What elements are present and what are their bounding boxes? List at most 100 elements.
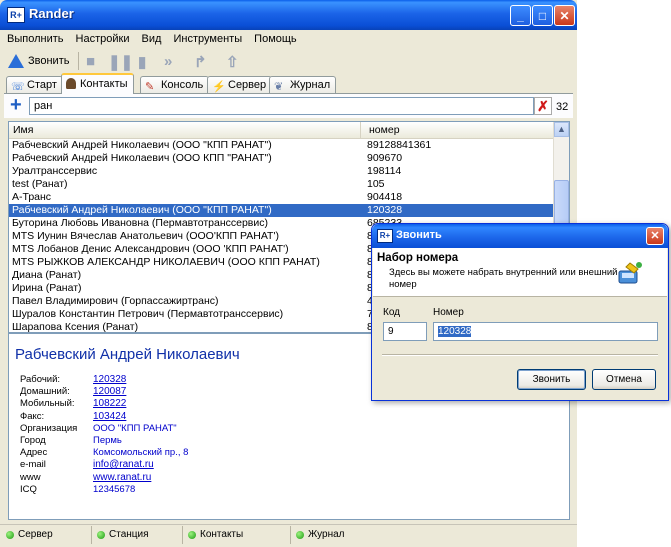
detail-value: 12345678 [93, 483, 136, 495]
status-bar: Сервер Станция Контакты Журнал [0, 524, 577, 547]
menu-tools[interactable]: Инструменты [171, 30, 249, 45]
contact-name-cell: MTS Иунин Вячеслав Анатольевич (ООО'КПП … [12, 230, 279, 242]
add-contact-icon[interactable]: + [10, 95, 22, 115]
status-ok-icon [97, 530, 105, 539]
table-row[interactable]: Рабчевский Андрей Николаевич (ООО КПП "Р… [9, 152, 553, 165]
tab-start-label: Старт [27, 79, 57, 91]
status-server: Сервер [6, 529, 53, 540]
detail-value: Пермь [93, 434, 122, 446]
number-field[interactable]: 120328 [433, 322, 658, 341]
contact-name-cell: А-Транс [12, 191, 52, 203]
tab-server[interactable]: ⚡ Сервер [207, 76, 273, 93]
status-server-label: Сервер [18, 529, 53, 540]
transfer-icon[interactable]: ↱ [194, 53, 207, 71]
contact-number-cell: 198114 [367, 165, 402, 177]
dialog-title: Звонить [396, 229, 442, 241]
detail-label: e-mail [20, 459, 46, 471]
tab-start[interactable]: ☏ Старт [6, 76, 63, 93]
detail-link[interactable]: 120328 [93, 374, 126, 386]
contact-number-cell: 909670 [367, 152, 403, 164]
scroll-up-icon[interactable]: ▲ [554, 122, 569, 137]
server-icon: ⚡ [212, 81, 226, 93]
contact-name-cell: MTS РЫЖКОВ АЛЕКСАНДР НИКОЛАЕВИЧ (ООО КПП… [12, 256, 320, 268]
detail-value: ООО "КПП РАНАТ" [93, 422, 177, 434]
column-header-number[interactable]: номер [369, 124, 400, 136]
contact-name-cell: test (Ранат) [12, 178, 68, 190]
close-button[interactable]: ✕ [554, 5, 575, 26]
window-title: Rander [29, 6, 74, 21]
detail-link[interactable]: 103424 [93, 411, 126, 423]
console-icon: ✎ [145, 81, 155, 93]
dialog-title-bar[interactable]: R+ Звонить ✕ [372, 224, 668, 248]
contact-name-cell: Ирина (Ранат) [12, 282, 82, 294]
pause-icon[interactable]: ❚❚ [108, 53, 133, 71]
minimize-button[interactable]: _ [510, 5, 531, 26]
menu-view[interactable]: Вид [139, 30, 168, 45]
tab-contacts-label: Контакты [80, 78, 128, 90]
tab-console[interactable]: ✎ Консоль [140, 76, 210, 93]
detail-link[interactable]: 120087 [93, 386, 126, 398]
menu-bar: Выполнить Настройки Вид Инструменты Помо… [4, 30, 573, 49]
phone-icon: ☏ [11, 81, 25, 93]
phone-dial-icon [618, 262, 642, 284]
dialog-subtitle: Здесь вы можете набрать внутренний или в… [389, 267, 618, 290]
status-station-label: Станция [109, 529, 149, 540]
cancel-button[interactable]: Отмена [592, 369, 656, 390]
contact-name-cell: Шарапова Ксения (Ранат) [12, 321, 139, 333]
tab-journal[interactable]: ❦ Журнал [269, 76, 337, 93]
tab-bar: ☏ Старт Контакты ✎ Консоль ⚡ Сервер ❦ Журнал [4, 73, 573, 95]
code-field-value: 9 [388, 326, 394, 337]
call-button[interactable]: Звонить [8, 51, 69, 71]
detail-link[interactable]: info@ranat.ru [93, 459, 154, 471]
detail-label: Домашний: [20, 386, 70, 398]
stop-icon[interactable]: ■ [86, 53, 95, 70]
maximize-button[interactable]: □ [532, 5, 553, 26]
table-row[interactable]: А-Транс 904418 [9, 191, 553, 204]
grid-header: Имя номер [9, 122, 553, 139]
detail-link[interactable]: 108222 [93, 398, 126, 410]
detail-value: Комсомольский пр., 8 [93, 447, 189, 459]
call-icon [8, 54, 24, 68]
code-field[interactable]: 9 [383, 322, 427, 341]
contact-name-cell: Рабчевский Андрей Николаевич (ООО "КПП Р… [12, 204, 272, 216]
number-field-value: 120328 [438, 326, 472, 337]
menu-help[interactable]: Помощь [251, 30, 303, 45]
contact-number-cell: 105 [367, 178, 385, 190]
hold-icon[interactable]: ▮ [138, 53, 146, 71]
dialog-separator [382, 354, 658, 356]
contact-number-cell: 89128841361 [367, 139, 432, 151]
status-ok-icon [6, 530, 14, 539]
toolbar-separator [78, 52, 79, 70]
detail-label: ICQ [20, 483, 37, 495]
title-bar[interactable]: R+ Rander _ □ ✕ [0, 0, 577, 30]
column-divider[interactable] [360, 122, 361, 138]
contact-name-cell: Уралтранссервис [12, 165, 98, 177]
status-ok-icon [296, 530, 304, 539]
table-row[interactable]: Уралтранссервис 198114 [9, 165, 553, 178]
dial-button[interactable]: Звонить [517, 369, 586, 390]
upload-icon[interactable]: ⇧ [226, 53, 239, 71]
call-button-label: Звонить [28, 55, 70, 67]
tab-journal-label: Журнал [290, 79, 331, 91]
status-contacts-label: Контакты [200, 529, 244, 540]
table-row[interactable]: Рабчевский Андрей Николаевич (ООО "КПП Р… [9, 139, 553, 152]
app-icon: R+ [377, 229, 393, 243]
tab-contacts[interactable]: Контакты [61, 73, 134, 95]
status-journal: Журнал [290, 526, 345, 544]
status-separator [182, 526, 183, 544]
table-row[interactable]: test (Ранат) 105 [9, 178, 553, 191]
status-ok-icon [188, 530, 196, 539]
menu-settings[interactable]: Настройки [73, 30, 136, 45]
forward-icon[interactable]: » [164, 53, 172, 70]
number-label: Номер [433, 307, 464, 318]
column-header-name[interactable]: Имя [13, 124, 33, 136]
search-input[interactable]: ран [29, 97, 534, 115]
detail-label: Город [20, 434, 46, 446]
detail-link[interactable]: www.ranat.ru [93, 472, 151, 484]
contact-name-cell: MTS Лобанов Денис Александрович (ООО 'КП… [12, 243, 289, 255]
table-row[interactable]: Рабчевский Андрей Николаевич (ООО "КПП Р… [9, 204, 553, 217]
menu-run[interactable]: Выполнить [4, 30, 69, 45]
dialog-close-button[interactable]: ✕ [646, 227, 664, 245]
contacts-icon [66, 78, 76, 89]
clear-search-icon[interactable]: ✗ [534, 97, 552, 115]
